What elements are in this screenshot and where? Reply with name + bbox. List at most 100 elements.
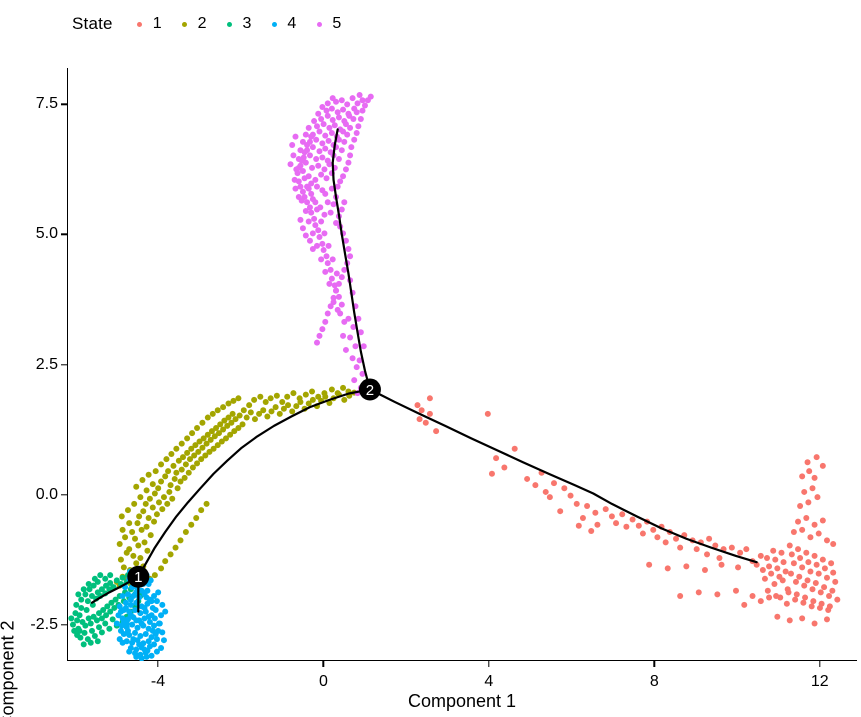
data-point [320,121,327,128]
data-point [629,516,636,523]
data-point [133,560,140,567]
legend-label: 1 [152,15,162,32]
data-point [319,140,326,147]
data-point [151,622,158,629]
data-point [214,407,221,414]
data-point [787,570,794,577]
data-point [567,492,574,499]
data-point [741,601,748,608]
data-point [141,646,148,653]
data-point [251,416,258,423]
data-point [347,124,354,131]
data-point [557,508,564,515]
data-point [155,499,162,506]
data-point [807,534,814,541]
data-point [813,561,820,568]
data-point [262,398,269,405]
data-point [155,485,162,492]
data-point [182,529,189,535]
data-point [613,520,620,527]
data-point [137,494,144,501]
data-point [367,93,374,100]
data-point [309,230,316,237]
data-point [348,144,355,151]
data-point [654,534,661,541]
data-point [148,652,155,659]
data-point [148,598,155,605]
data-point [181,474,188,481]
data-point [573,500,580,507]
data-point [309,246,316,253]
data-point [318,171,325,178]
x-tick-label: 12 [810,673,829,690]
branch-node-1[interactable]: 1 [127,565,150,588]
data-point [664,565,671,572]
data-point [321,166,328,173]
data-point [782,568,789,575]
data-point [204,414,211,421]
data-point [317,204,324,211]
data-point [302,232,309,239]
data-point [153,648,160,655]
data-point [251,396,258,403]
legend-key-dot-icon [174,13,196,35]
data-point [160,637,167,644]
data-point [823,574,830,581]
data-point [322,318,329,325]
data-point [185,469,192,476]
data-point [147,532,154,539]
data-point [306,152,313,159]
y-axis-title: Component 2 [0,620,18,717]
data-point [801,582,808,589]
legend-items: 1 2 3 4 5 [129,13,354,35]
branch-node-2[interactable]: 2 [358,378,381,401]
legend-item-3[interactable]: 3 [219,13,258,35]
data-point [804,577,811,584]
data-point [561,485,568,492]
data-point [347,152,354,159]
data-point [324,157,331,164]
data-point [138,526,145,533]
data-point [828,560,835,567]
data-point [170,462,177,469]
data-point [246,402,253,409]
data-point [302,208,309,215]
data-point [78,604,85,611]
data-point [718,561,725,568]
data-point [209,410,216,417]
data-point [635,522,642,529]
data-point [340,106,347,113]
legend-item-2[interactable]: 2 [174,13,213,35]
data-point [584,502,591,509]
data-point [313,156,320,163]
data-point [319,240,326,247]
data-point [799,564,806,571]
legend-item-4[interactable]: 4 [263,13,302,35]
data-point [772,556,779,563]
legend-key-dot-icon [219,13,241,35]
data-point [144,547,151,554]
legend-item-5[interactable]: 5 [308,13,347,35]
legend-item-1[interactable]: 1 [129,13,168,35]
data-point [68,615,75,622]
data-point [133,483,140,490]
data-point [98,629,105,636]
data-point [749,592,756,599]
data-point [646,561,653,568]
data-point [173,469,180,476]
data-point [167,482,174,489]
data-point [239,421,246,428]
data-point [318,115,325,122]
data-point [805,559,812,566]
data-point [158,565,165,572]
data-point [169,495,176,502]
data-point [792,596,799,603]
data-point [829,587,836,594]
data-point [131,500,138,507]
data-point [75,591,82,598]
legend-label: 5 [332,15,342,32]
data-point [116,540,123,547]
data-point [167,551,174,558]
x-tick-mark [488,661,490,667]
data-point [823,616,830,623]
